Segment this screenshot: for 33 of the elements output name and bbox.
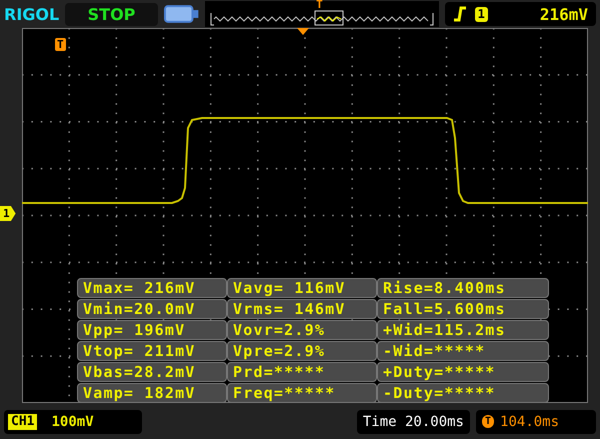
measurement-cell: Vmax= 216mV: [77, 278, 227, 298]
vertical-scale: 100mV: [51, 414, 94, 430]
measurement-cell: -Duty=*****: [377, 383, 549, 403]
measurement-cell: Vamp= 182mV: [77, 383, 227, 403]
trigger-marker[interactable]: T: [55, 38, 66, 51]
measurement-cell: Vrms= 146mV: [227, 299, 377, 319]
channel-label[interactable]: CH1: [8, 414, 38, 430]
measurement-cell: -Wid=*****: [377, 341, 549, 361]
measurement-cell: Vavg= 116mV: [227, 278, 377, 298]
rising-edge-icon: [452, 6, 467, 22]
measurement-cell: Vmin=20.0mV: [77, 299, 227, 319]
measurement-cell: Fall=5.600ms: [377, 299, 549, 319]
measurement-cell: Vtop= 211mV: [77, 341, 227, 361]
run-state: STOP: [65, 2, 158, 26]
channel-marker[interactable]: 1: [0, 206, 16, 221]
measurement-cell: Prd=*****: [227, 362, 377, 382]
trigger-position-marker: T: [316, 0, 323, 10]
battery-icon: [164, 4, 200, 24]
measurement-cell: Freq=*****: [227, 383, 377, 403]
trigger-offset: 104.0ms: [500, 414, 560, 430]
measurement-cell: Vovr=2.9%: [227, 320, 377, 340]
trigger-level: 216mV: [540, 4, 588, 24]
trigger-channel: 1: [474, 6, 488, 22]
offset-marker: T: [482, 415, 494, 428]
measurement-cell: +Duty=*****: [377, 362, 549, 382]
timebase-label: Time 20.00ms: [356, 410, 470, 434]
trigger-arrow-icon: [297, 28, 309, 35]
measurement-cell: Vbas=28.2mV: [77, 362, 227, 382]
measurement-cell: Vpre=2.9%: [227, 341, 377, 361]
measurement-cell: Vpp= 196mV: [77, 320, 227, 340]
measurement-cell: +Wid=115.2ms: [377, 320, 549, 340]
measurement-cell: Rise=8.400ms: [377, 278, 549, 298]
brand-label: RIGOL: [4, 4, 60, 24]
